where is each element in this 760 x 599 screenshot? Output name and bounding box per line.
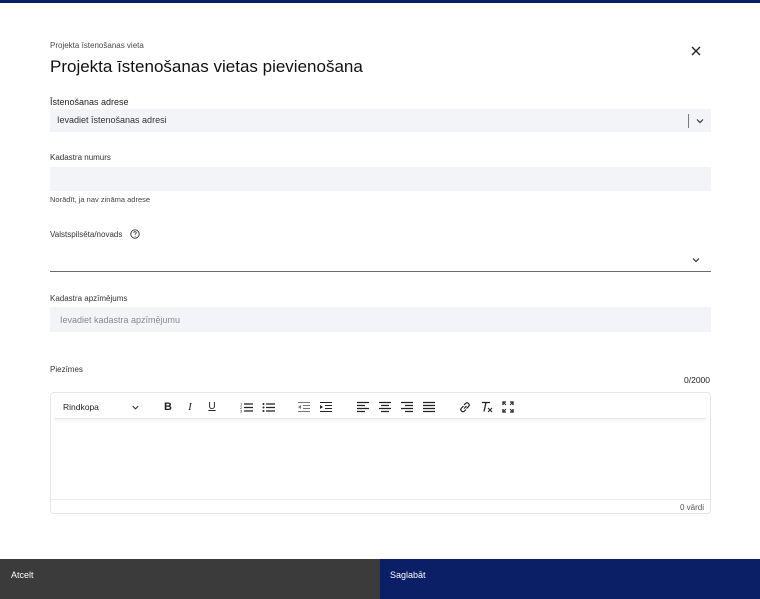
address-select-divider xyxy=(688,114,689,128)
bold-button[interactable]: B xyxy=(161,401,175,413)
save-button[interactable]: Saglabāt xyxy=(380,559,760,599)
editor-status-bar: 0 vārdi xyxy=(51,499,710,513)
align-justify-button[interactable] xyxy=(422,401,436,413)
help-icon[interactable] xyxy=(130,229,140,239)
bullet-list-icon xyxy=(262,403,275,412)
align-left-icon xyxy=(357,401,369,413)
align-right-icon xyxy=(401,401,413,413)
close-button[interactable] xyxy=(688,43,704,59)
paragraph-format-select[interactable]: Rindkopa xyxy=(63,402,141,412)
paragraph-format-value: Rindkopa xyxy=(63,402,99,412)
outdent-button[interactable] xyxy=(297,401,311,413)
numbered-list-icon: 1 2 3 xyxy=(240,402,253,414)
cadastre-number-hint: Norādīt, ja nav zināma adrese xyxy=(50,195,151,204)
notes-char-counter: 0/2000 xyxy=(684,375,710,385)
bullet-list-button[interactable] xyxy=(262,401,276,413)
align-right-button[interactable] xyxy=(400,401,414,413)
notes-label: Piezīmes xyxy=(50,365,83,374)
cadastre-designation-label: Kadastra apzīmējums xyxy=(50,294,128,303)
cadastre-number-label: Kadastra numurs xyxy=(50,153,111,162)
link-button[interactable] xyxy=(458,401,472,413)
svg-text:3: 3 xyxy=(240,409,243,414)
address-select-value: Ievadiet īstenošanas adresi xyxy=(57,115,167,125)
chevron-down-icon xyxy=(132,405,139,410)
footer-actions: Atcelt Saglabāt xyxy=(0,559,760,599)
clear-formatting-icon xyxy=(482,401,493,413)
cadastre-number-input[interactable] xyxy=(50,167,711,191)
municipality-label: Valstspilsēta/novads xyxy=(50,230,123,239)
align-center-icon xyxy=(379,401,391,413)
address-select[interactable]: Ievadiet īstenošanas adresi xyxy=(50,109,711,132)
municipality-select[interactable] xyxy=(50,248,711,272)
notes-editor: Rindkopa B I U 1 2 3 0 vārdi xyxy=(50,392,711,514)
fullscreen-icon xyxy=(502,401,514,413)
top-accent-bar xyxy=(0,0,760,3)
breadcrumb: Projekta īstenošanas vieta xyxy=(50,41,144,50)
outdent-icon xyxy=(298,401,310,413)
page-title: Projekta īstenošanas vietas pievienošana xyxy=(50,57,363,76)
align-center-button[interactable] xyxy=(378,401,392,413)
word-count: 0 vārdi xyxy=(679,503,704,512)
numbered-list-button[interactable]: 1 2 3 xyxy=(240,401,254,413)
align-left-button[interactable] xyxy=(356,401,370,413)
align-justify-icon xyxy=(423,401,435,413)
underline-icon: U xyxy=(208,401,216,412)
cadastre-designation-placeholder: Ievadiet kadastra apzīmējumu xyxy=(60,315,181,325)
cancel-button-label: Atcelt xyxy=(11,570,34,580)
save-button-label: Saglabāt xyxy=(390,570,426,580)
chevron-down-icon[interactable] xyxy=(695,116,705,126)
close-icon xyxy=(691,46,701,56)
indent-icon xyxy=(320,401,332,413)
bold-icon: B xyxy=(164,401,172,413)
italic-button[interactable]: I xyxy=(183,401,197,413)
chevron-down-icon[interactable] xyxy=(691,255,701,265)
cancel-button[interactable]: Atcelt xyxy=(0,559,380,599)
italic-icon: I xyxy=(188,401,192,413)
address-label: Īstenošanas adrese xyxy=(50,97,129,107)
link-icon xyxy=(460,402,470,413)
underline-button[interactable]: U xyxy=(205,401,219,413)
fullscreen-button[interactable] xyxy=(501,401,515,413)
editor-toolbar: Rindkopa B I U 1 2 3 xyxy=(55,395,706,419)
notes-editor-textarea[interactable] xyxy=(52,421,709,499)
cadastre-designation-input[interactable]: Ievadiet kadastra apzīmējumu xyxy=(50,307,711,332)
indent-button[interactable] xyxy=(319,401,333,413)
clear-formatting-button[interactable] xyxy=(480,401,494,413)
